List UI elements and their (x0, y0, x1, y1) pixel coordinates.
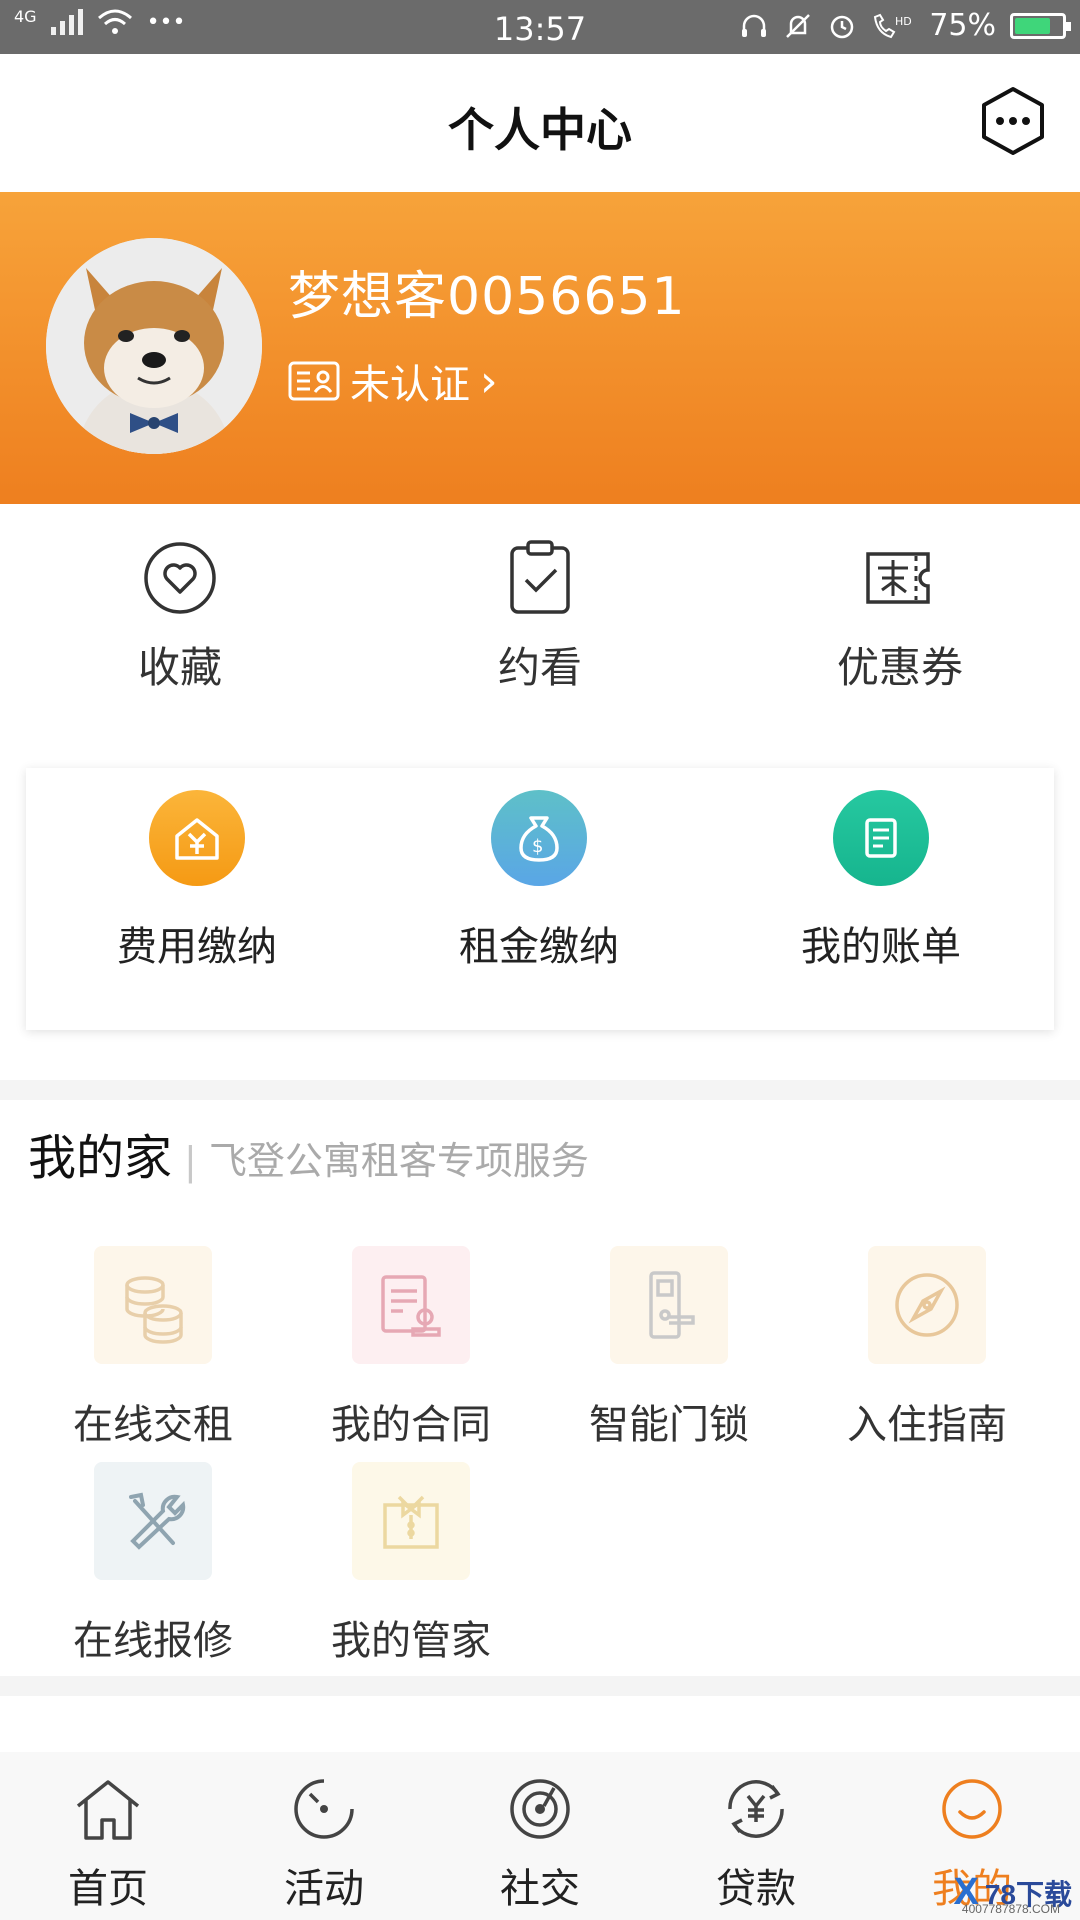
hd-call-icon: HD (874, 13, 912, 38)
fee-payment-button[interactable]: 费用缴纳 (26, 768, 368, 1030)
alarm-icon (831, 15, 854, 38)
svg-text:HD: HD (895, 15, 912, 28)
section-divider (0, 1080, 1080, 1100)
coupons-label: 优惠券 (836, 643, 963, 692)
my-bills-button[interactable]: 我的账单 (710, 768, 1052, 1030)
fee-payment-label: 费用缴纳 (117, 924, 277, 970)
coupon-icon (866, 552, 930, 604)
shiba-dog-avatar-icon (46, 238, 262, 454)
clipboard-check-icon (510, 540, 570, 614)
verify-status-link[interactable]: 未认证 › (288, 352, 498, 410)
online-rent-button[interactable]: 在线交租 (24, 1246, 282, 1450)
verify-label: 未认证 (350, 362, 470, 408)
tab-activity[interactable]: 活动 (216, 1752, 432, 1920)
my-contract-label: 我的合同 (331, 1402, 491, 1448)
smart-lock-button[interactable]: 智能门锁 (540, 1246, 798, 1450)
nav-bar: 个人中心 (0, 54, 1080, 192)
page-title: 个人中心 (448, 103, 632, 157)
tab-home-label: 首页 (68, 1866, 148, 1912)
contract-icon (352, 1246, 470, 1364)
smart-lock-label: 智能门锁 (589, 1402, 749, 1448)
move-in-guide-button[interactable]: 入住指南 (798, 1246, 1056, 1450)
id-card-icon (288, 361, 340, 401)
bill-icon (833, 790, 929, 886)
my-butler-label: 我的管家 (331, 1618, 491, 1664)
payment-card: 费用缴纳 $ 租金缴纳 我的账单 (26, 768, 1054, 1030)
coupons-button[interactable]: 优惠券 (720, 540, 1080, 695)
watermark-logo: X 78下载 4007787878.COM (953, 1871, 1072, 1916)
rent-payment-label: 租金缴纳 (459, 924, 619, 970)
home-icon (76, 1780, 140, 1840)
mute-bell-icon (786, 13, 811, 38)
status-bar: 4G ••• 13:57 HD 75% (0, 0, 1080, 54)
battery-percent: 75% (929, 8, 996, 43)
chevron-right-icon: › (480, 355, 498, 407)
my-butler-button[interactable]: 我的管家 (282, 1462, 540, 1666)
move-in-guide-label: 入住指南 (847, 1402, 1007, 1448)
username: 梦想客0056651 (288, 267, 686, 327)
house-yen-icon (149, 790, 245, 886)
heart-circle-icon (144, 542, 216, 614)
favorites-button[interactable]: 收藏 (0, 540, 360, 695)
appointments-label: 约看 (497, 643, 582, 692)
tools-icon (94, 1462, 212, 1580)
bottom-tab-bar: 首页 活动 社交 贷款 我的 X 78下载 4007787878.COM (0, 1752, 1080, 1920)
favorites-label: 收藏 (137, 643, 222, 692)
tab-loan[interactable]: 贷款 (648, 1752, 864, 1920)
battery-icon (1010, 12, 1071, 39)
loan-icon (728, 1780, 784, 1838)
avatar[interactable] (46, 238, 262, 454)
online-rent-label: 在线交租 (73, 1402, 233, 1448)
butler-icon (352, 1462, 470, 1580)
section-divider-2 (0, 1676, 1080, 1696)
online-repair-label: 在线报修 (73, 1618, 233, 1664)
my-contract-button[interactable]: 我的合同 (282, 1246, 540, 1450)
hexagon-more-icon[interactable] (980, 86, 1046, 156)
svg-text:$: $ (532, 836, 543, 857)
title-divider: | (184, 1139, 197, 1183)
headset-icon (742, 14, 767, 37)
tab-loan-label: 贷款 (716, 1866, 796, 1912)
watermark-url: 4007787878.COM (961, 1902, 1060, 1916)
quick-actions: 收藏 约看 优惠券 (0, 540, 1080, 695)
money-bag-icon: $ (491, 790, 587, 886)
tab-social-label: 社交 (500, 1866, 580, 1912)
coins-icon (94, 1246, 212, 1364)
home-section-title: 我的家 (28, 1130, 173, 1186)
profile-header: 梦想客0056651 未认证 › (0, 192, 1080, 504)
door-lock-icon (610, 1246, 728, 1364)
tab-activity-label: 活动 (284, 1866, 364, 1912)
activity-icon (294, 1778, 355, 1839)
tab-social[interactable]: 社交 (432, 1752, 648, 1920)
social-icon (510, 1779, 570, 1839)
compass-icon (868, 1246, 986, 1364)
home-section-header: 我的家 | 飞登公寓租客专项服务 (28, 1118, 589, 1188)
status-right: HD 75% (739, 8, 1071, 43)
my-bills-label: 我的账单 (801, 924, 961, 970)
rent-payment-button[interactable]: $ 租金缴纳 (368, 768, 710, 1030)
me-icon (942, 1779, 1002, 1839)
home-section-subtitle: 飞登公寓租客专项服务 (208, 1139, 589, 1183)
online-repair-button[interactable]: 在线报修 (24, 1462, 282, 1666)
tab-home[interactable]: 首页 (0, 1752, 216, 1920)
appointments-button[interactable]: 约看 (360, 540, 720, 695)
